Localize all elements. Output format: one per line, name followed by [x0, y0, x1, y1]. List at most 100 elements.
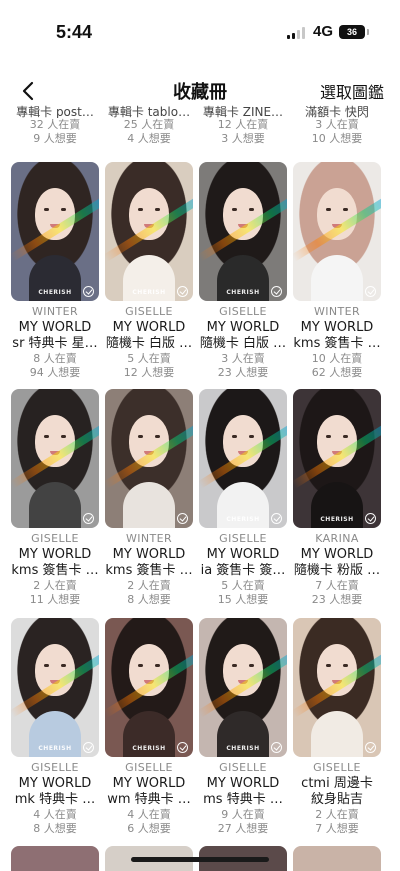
photocard-image[interactable]	[105, 389, 193, 528]
card-sellers: 4 人在賣	[127, 808, 171, 821]
card-name: mk 特典卡 …	[14, 792, 96, 807]
card-meta: KARINA MY WORLD 隨機卡 粉版 … 7 人在賣 23 人想要	[290, 531, 384, 607]
photocard-image[interactable]	[11, 389, 99, 528]
peek-card-meta[interactable]: 滿額卡 快閃 3 人在賣 10 人想要	[290, 100, 384, 146]
card-name: ia 簽售卡 簽…	[200, 563, 286, 578]
card-meta: GISELLE MY WORLD 隨機卡 白版 … 5 人在賣 12 人想要	[102, 304, 196, 380]
photocard-item[interactable]: GISELLE ctmi 周邊卡 紋身貼吉 2 人在賣 7 人想要	[290, 618, 384, 836]
card-name: 專輯卡 post…	[16, 105, 94, 118]
checkmark-icon	[177, 513, 188, 524]
card-album: MY WORLD	[300, 320, 374, 335]
photocard-image[interactable]: CHERISH	[199, 618, 287, 757]
card-member: WINTER	[31, 305, 79, 318]
battery-nub	[367, 29, 369, 35]
card-name: wm 特典卡 …	[107, 792, 191, 807]
peek-card-meta[interactable]: 專輯卡 post… 32 人在賣 9 人想要	[8, 100, 102, 146]
card-album: MY WORLD	[300, 547, 374, 562]
card-photo-clothing	[123, 482, 175, 528]
card-wants: 27 人想要	[217, 822, 269, 835]
card-name: 隨機卡 白版 …	[199, 336, 287, 351]
card-sellers: 2 人在賣	[33, 579, 77, 592]
photocard-image[interactable]: CHERISH	[199, 389, 287, 528]
card-sellers: 8 人在賣	[33, 352, 77, 365]
card-name: kms 簽售卡 …	[293, 336, 381, 351]
card-sellers: 10 人在賣	[311, 352, 363, 365]
peek-card-meta[interactable]: 專輯卡 ZINE… 12 人在賣 3 人想要	[196, 100, 290, 146]
photocard-item[interactable]: WINTER MY WORLD kms 簽售卡 … 10 人在賣 62 人想要	[290, 162, 384, 380]
checkmark-icon	[365, 286, 376, 297]
card-sellers: 4 人在賣	[33, 808, 77, 821]
photocard-item[interactable]: GISELLE MY WORLD kms 簽售卡 … 2 人在賣 11 人想要	[8, 389, 102, 607]
peek-card-meta[interactable]: 專輯卡 tablo… 25 人在賣 4 人想要	[102, 100, 196, 146]
card-album: MY WORLD	[112, 776, 186, 791]
photocard-image[interactable]: CHERISH	[105, 618, 193, 757]
photocard-item[interactable]: CHERISH WINTER MY WORLD sr 特典卡 星… 8 人在賣 94 人想…	[8, 162, 102, 380]
status-time: 5:44	[56, 22, 93, 42]
photocard-image[interactable]: CHERISH	[199, 162, 287, 301]
card-wants: 7 人想要	[315, 822, 359, 835]
photocard-image[interactable]	[293, 846, 381, 871]
photocard-item[interactable]: WINTER MY WORLD kms 簽售卡 … 2 人在賣 8 人想要	[102, 389, 196, 607]
card-meta: GISELLE MY WORLD ms 特典卡 … 9 人在賣 27 人想要	[196, 760, 290, 836]
card-wants: 4 人想要	[127, 132, 171, 145]
photocard-item[interactable]: CHERISH KARINA MY WORLD 隨機卡 粉版 … 7 人在賣 23 人想要	[290, 389, 384, 607]
card-album: MY WORLD	[18, 320, 92, 335]
card-meta: GISELLE MY WORLD kms 簽售卡 … 2 人在賣 11 人想要	[8, 531, 102, 607]
card-meta: WINTER MY WORLD sr 特典卡 星… 8 人在賣 94 人想要	[8, 304, 102, 380]
photocard-item[interactable]: CHERISH GISELLE MY WORLD ia 簽售卡 簽… 5 人在賣 15 人…	[196, 389, 290, 607]
card-name: 滿額卡 快閃	[305, 105, 369, 118]
card-member: GISELLE	[125, 761, 173, 774]
photocard-image[interactable]: CHERISH	[11, 618, 99, 757]
card-wants: 6 人想要	[127, 822, 171, 835]
photocard-image[interactable]	[293, 618, 381, 757]
photocard-item[interactable]: CHERISH GISELLE MY WORLD ms 特典卡 … 9 人在賣 27 人想…	[196, 618, 290, 836]
checkmark-icon	[365, 742, 376, 753]
card-member: GISELLE	[125, 305, 173, 318]
collection-grid[interactable]: 專輯卡 post… 32 人在賣 9 人想要 專輯卡 tablo… 25 人在賣 4 人想…	[0, 100, 400, 871]
card-name: 專輯卡 ZINE…	[202, 105, 284, 118]
card-album: MY WORLD	[206, 320, 280, 335]
card-wants: 23 人想要	[217, 366, 269, 379]
photocard-image[interactable]	[293, 162, 381, 301]
photocard-image[interactable]: CHERISH	[11, 162, 99, 301]
card-album: MY WORLD	[112, 547, 186, 562]
card-member: GISELLE	[313, 761, 361, 774]
checkmark-icon	[271, 742, 282, 753]
card-name: 隨機卡 白版 …	[105, 336, 193, 351]
card-sellers: 5 人在賣	[221, 579, 265, 592]
card-album: MY WORLD	[206, 776, 280, 791]
card-name: kms 簽售卡 …	[105, 563, 193, 578]
photocard-item[interactable]: CHERISH GISELLE MY WORLD wm 特典卡 … 4 人在賣 6 人想要	[102, 618, 196, 836]
battery-icon: 36	[339, 25, 365, 39]
card-album: ctmi 周邊卡	[301, 776, 373, 791]
card-photo-clothing	[311, 255, 363, 301]
card-sellers: 2 人在賣	[127, 579, 171, 592]
card-wants: 9 人想要	[33, 132, 77, 145]
card-wants: 11 人想要	[29, 593, 81, 606]
card-wants: 62 人想要	[311, 366, 363, 379]
card-wants: 8 人想要	[33, 822, 77, 835]
checkmark-icon	[83, 286, 94, 297]
card-meta: GISELLE MY WORLD 隨機卡 白版 … 3 人在賣 23 人想要	[196, 304, 290, 380]
card-name: 專輯卡 tablo…	[107, 105, 191, 118]
card-member: WINTER	[313, 305, 361, 318]
photocard-image[interactable]: CHERISH	[105, 162, 193, 301]
photocard-item[interactable]: CHERISH GISELLE MY WORLD 隨機卡 白版 … 5 人在賣 12 人想…	[102, 162, 196, 380]
photocard-image[interactable]	[11, 846, 99, 871]
card-wants: 15 人想要	[217, 593, 269, 606]
card-wants: 3 人想要	[221, 132, 265, 145]
checkmark-icon	[271, 286, 282, 297]
photocard-item[interactable]: CHERISH GISELLE MY WORLD mk 特典卡 … 4 人在賣 8 人想要	[8, 618, 102, 836]
card-photo-clothing	[29, 482, 81, 528]
checkmark-icon	[177, 286, 188, 297]
card-sellers: 3 人在賣	[315, 118, 359, 131]
card-name: 隨機卡 粉版 …	[293, 563, 381, 578]
card-meta: GISELLE MY WORLD wm 特典卡 … 4 人在賣 6 人想要	[102, 760, 196, 836]
card-sellers: 3 人在賣	[221, 352, 265, 365]
photocard-item[interactable]: CHERISH GISELLE MY WORLD 隨機卡 白版 … 3 人在賣 23 人想…	[196, 162, 290, 380]
peek-row: 專輯卡 post… 32 人在賣 9 人想要 專輯卡 tablo… 25 人在賣 4 人想…	[0, 100, 400, 156]
checkmark-icon	[365, 513, 376, 524]
card-meta: GISELLE MY WORLD mk 特典卡 … 4 人在賣 8 人想要	[8, 760, 102, 836]
card-wants: 94 人想要	[29, 366, 81, 379]
photocard-image[interactable]: CHERISH	[293, 389, 381, 528]
